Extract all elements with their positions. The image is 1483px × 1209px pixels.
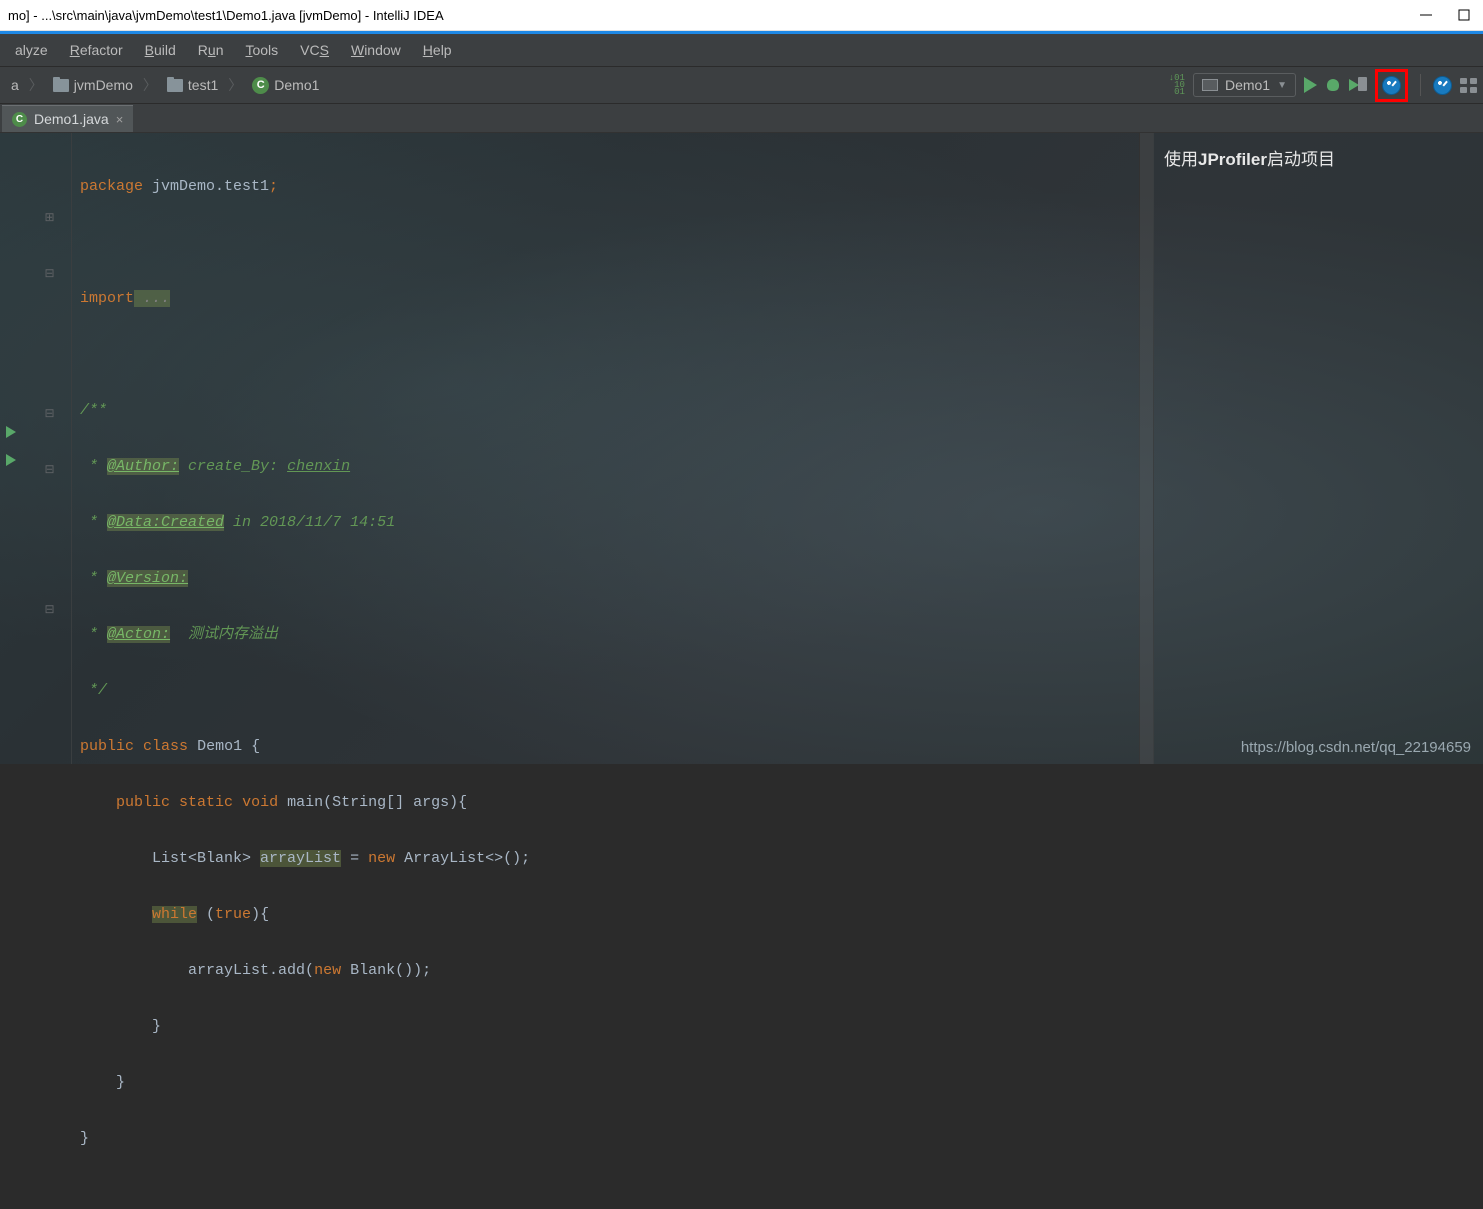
editor-tabs: C Demo1.java × xyxy=(0,104,1483,133)
editor-scrollbar[interactable] xyxy=(1139,133,1153,764)
class-icon: C xyxy=(252,77,269,94)
maximize-icon[interactable] xyxy=(1457,8,1471,22)
menu-run[interactable]: Run xyxy=(187,38,235,62)
chevron-down-icon: ▼ xyxy=(1277,80,1287,91)
coverage-button[interactable] xyxy=(1349,77,1367,93)
close-icon[interactable]: × xyxy=(116,112,124,127)
minimize-icon[interactable] xyxy=(1419,8,1433,22)
toolbar-right: ↓01 10 01 Demo1 ▼ xyxy=(1169,69,1477,102)
class-icon: C xyxy=(12,112,27,127)
separator xyxy=(1420,74,1421,96)
crumb-root[interactable]: a xyxy=(6,75,24,95)
menu-bar: alyze Refactor Build Run Tools VCS Windo… xyxy=(0,34,1483,67)
fold-marker[interactable] xyxy=(28,371,71,399)
fold-collapse-icon[interactable]: ⊟ xyxy=(28,455,71,483)
fold-marker[interactable] xyxy=(28,147,71,175)
fold-marker[interactable] xyxy=(28,175,71,203)
annotation-panel: 使用JProfiler启动项目 xyxy=(1153,133,1483,764)
fold-marker[interactable] xyxy=(28,539,71,567)
menu-window[interactable]: Window xyxy=(340,38,412,62)
fold-collapse-icon[interactable]: ⊟ xyxy=(28,259,71,287)
fold-collapse-icon[interactable]: ⊟ xyxy=(28,595,71,623)
breadcrumb: a 〉 jvmDemo 〉 test1 〉 C Demo1 xyxy=(6,75,324,96)
debug-button[interactable] xyxy=(1325,77,1341,93)
app-icon xyxy=(1202,79,1218,91)
update-icon[interactable]: ↓01 10 01 xyxy=(1169,75,1185,96)
tab-demo1[interactable]: C Demo1.java × xyxy=(2,105,133,132)
jprofiler-highlight xyxy=(1375,69,1408,102)
run-gutter xyxy=(0,133,28,764)
menu-help[interactable]: Help xyxy=(412,38,463,62)
fold-marker[interactable] xyxy=(28,483,71,511)
fold-marker[interactable] xyxy=(28,315,71,343)
chevron-right-icon: 〉 xyxy=(143,75,157,95)
fold-marker[interactable] xyxy=(28,511,71,539)
fold-marker[interactable] xyxy=(28,343,71,371)
run-line-icon[interactable] xyxy=(6,426,16,438)
window-titlebar: mo] - ...\src\main\java\jvmDemo\test1\De… xyxy=(0,0,1483,31)
fold-marker[interactable] xyxy=(28,287,71,315)
fold-collapse-icon[interactable]: ⊟ xyxy=(28,399,71,427)
window-title: mo] - ...\src\main\java\jvmDemo\test1\De… xyxy=(8,8,1419,23)
menu-tools[interactable]: Tools xyxy=(234,38,289,62)
editor-area: ⊞ ⊟ ⊟ ⊟ ⊟ package jvmDemo.test1; import … xyxy=(0,133,1483,764)
fold-gutter: ⊞ ⊟ ⊟ ⊟ ⊟ xyxy=(28,133,72,764)
run-config-selector[interactable]: Demo1 ▼ xyxy=(1193,73,1296,97)
fold-marker[interactable] xyxy=(28,427,71,455)
menu-refactor[interactable]: Refactor xyxy=(59,38,134,62)
run-config-label: Demo1 xyxy=(1225,77,1270,93)
crumb-test1[interactable]: test1 xyxy=(162,75,223,95)
jprofiler-button[interactable] xyxy=(1382,76,1401,95)
chevron-right-icon: 〉 xyxy=(29,75,43,95)
fold-marker[interactable] xyxy=(28,231,71,259)
crumb-jvmdemo[interactable]: jvmDemo xyxy=(48,75,138,95)
navigation-bar: a 〉 jvmDemo 〉 test1 〉 C Demo1 ↓01 10 01 … xyxy=(0,67,1483,104)
tab-label: Demo1.java xyxy=(34,111,109,127)
profiler-attach-button[interactable] xyxy=(1433,76,1452,95)
crumb-demo1[interactable]: C Demo1 xyxy=(247,75,324,96)
run-line-icon[interactable] xyxy=(6,454,16,466)
menu-vcs[interactable]: VCS xyxy=(289,38,340,62)
run-button[interactable] xyxy=(1304,77,1317,93)
folder-icon xyxy=(167,79,183,92)
folder-icon xyxy=(53,79,69,92)
code-editor[interactable]: package jvmDemo.test1; import ... /** * … xyxy=(72,133,1139,764)
menu-build[interactable]: Build xyxy=(134,38,187,62)
fold-marker[interactable] xyxy=(28,567,71,595)
watermark: https://blog.csdn.net/qq_22194659 xyxy=(1241,739,1471,756)
fold-expand-icon[interactable]: ⊞ xyxy=(28,203,71,231)
menu-analyze[interactable]: alyze xyxy=(4,38,59,62)
annotation-text: 使用JProfiler启动项目 xyxy=(1164,145,1473,170)
structure-button[interactable] xyxy=(1460,78,1477,93)
chevron-right-icon: 〉 xyxy=(228,75,242,95)
